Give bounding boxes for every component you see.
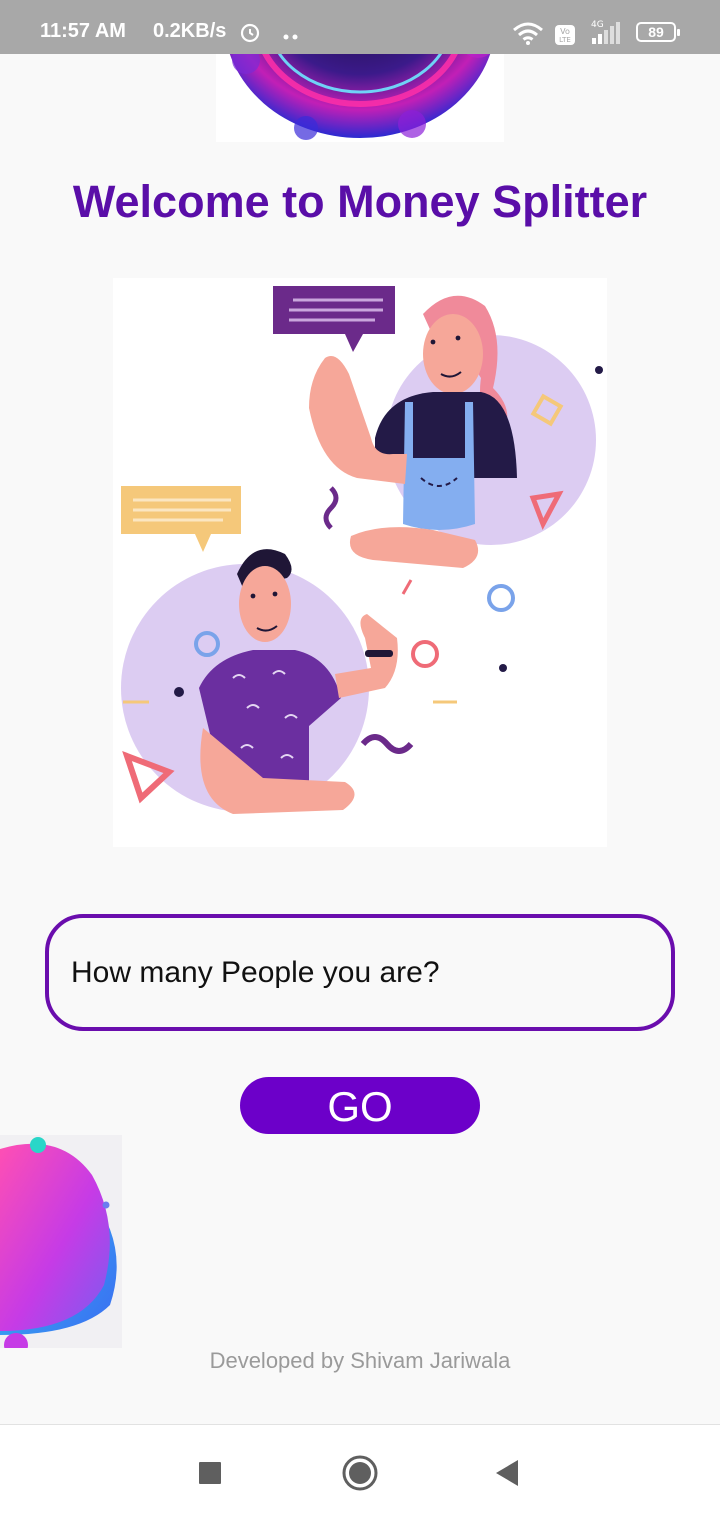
status-time: 11:57 AM bbox=[40, 20, 126, 42]
svg-text:Vo: Vo bbox=[560, 27, 570, 36]
signal-network-type: 4G bbox=[591, 20, 604, 30]
volte-icon: Vo LTE bbox=[554, 24, 576, 51]
back-triangle-icon[interactable] bbox=[486, 1451, 530, 1495]
people-chatting-illustration bbox=[113, 278, 607, 847]
signal-4g-icon: 4G bbox=[586, 18, 628, 51]
svg-text:LTE: LTE bbox=[559, 36, 571, 44]
battery-icon: 89 bbox=[636, 22, 680, 42]
network-speed: 0.2KB/s bbox=[153, 20, 227, 42]
recents-square-icon[interactable] bbox=[188, 1451, 232, 1495]
home-circle-icon[interactable] bbox=[338, 1451, 382, 1495]
wifi-icon bbox=[512, 22, 544, 51]
people-count-input[interactable] bbox=[69, 940, 633, 1006]
status-bar: 11:57 AM 0.2KB/s Vo LTE 4G 89 bbox=[0, 0, 720, 54]
page-title: Welcome to Money Splitter bbox=[72, 176, 648, 227]
more-dots-icon bbox=[282, 28, 300, 46]
people-count-field[interactable] bbox=[45, 914, 675, 1031]
go-button[interactable]: GO bbox=[240, 1077, 480, 1134]
alarm-icon bbox=[238, 20, 262, 49]
system-navigation-bar bbox=[0, 1424, 720, 1521]
decorative-blob-image bbox=[0, 1135, 122, 1348]
developer-credit: Developed by Shivam Jariwala bbox=[209, 1348, 511, 1373]
